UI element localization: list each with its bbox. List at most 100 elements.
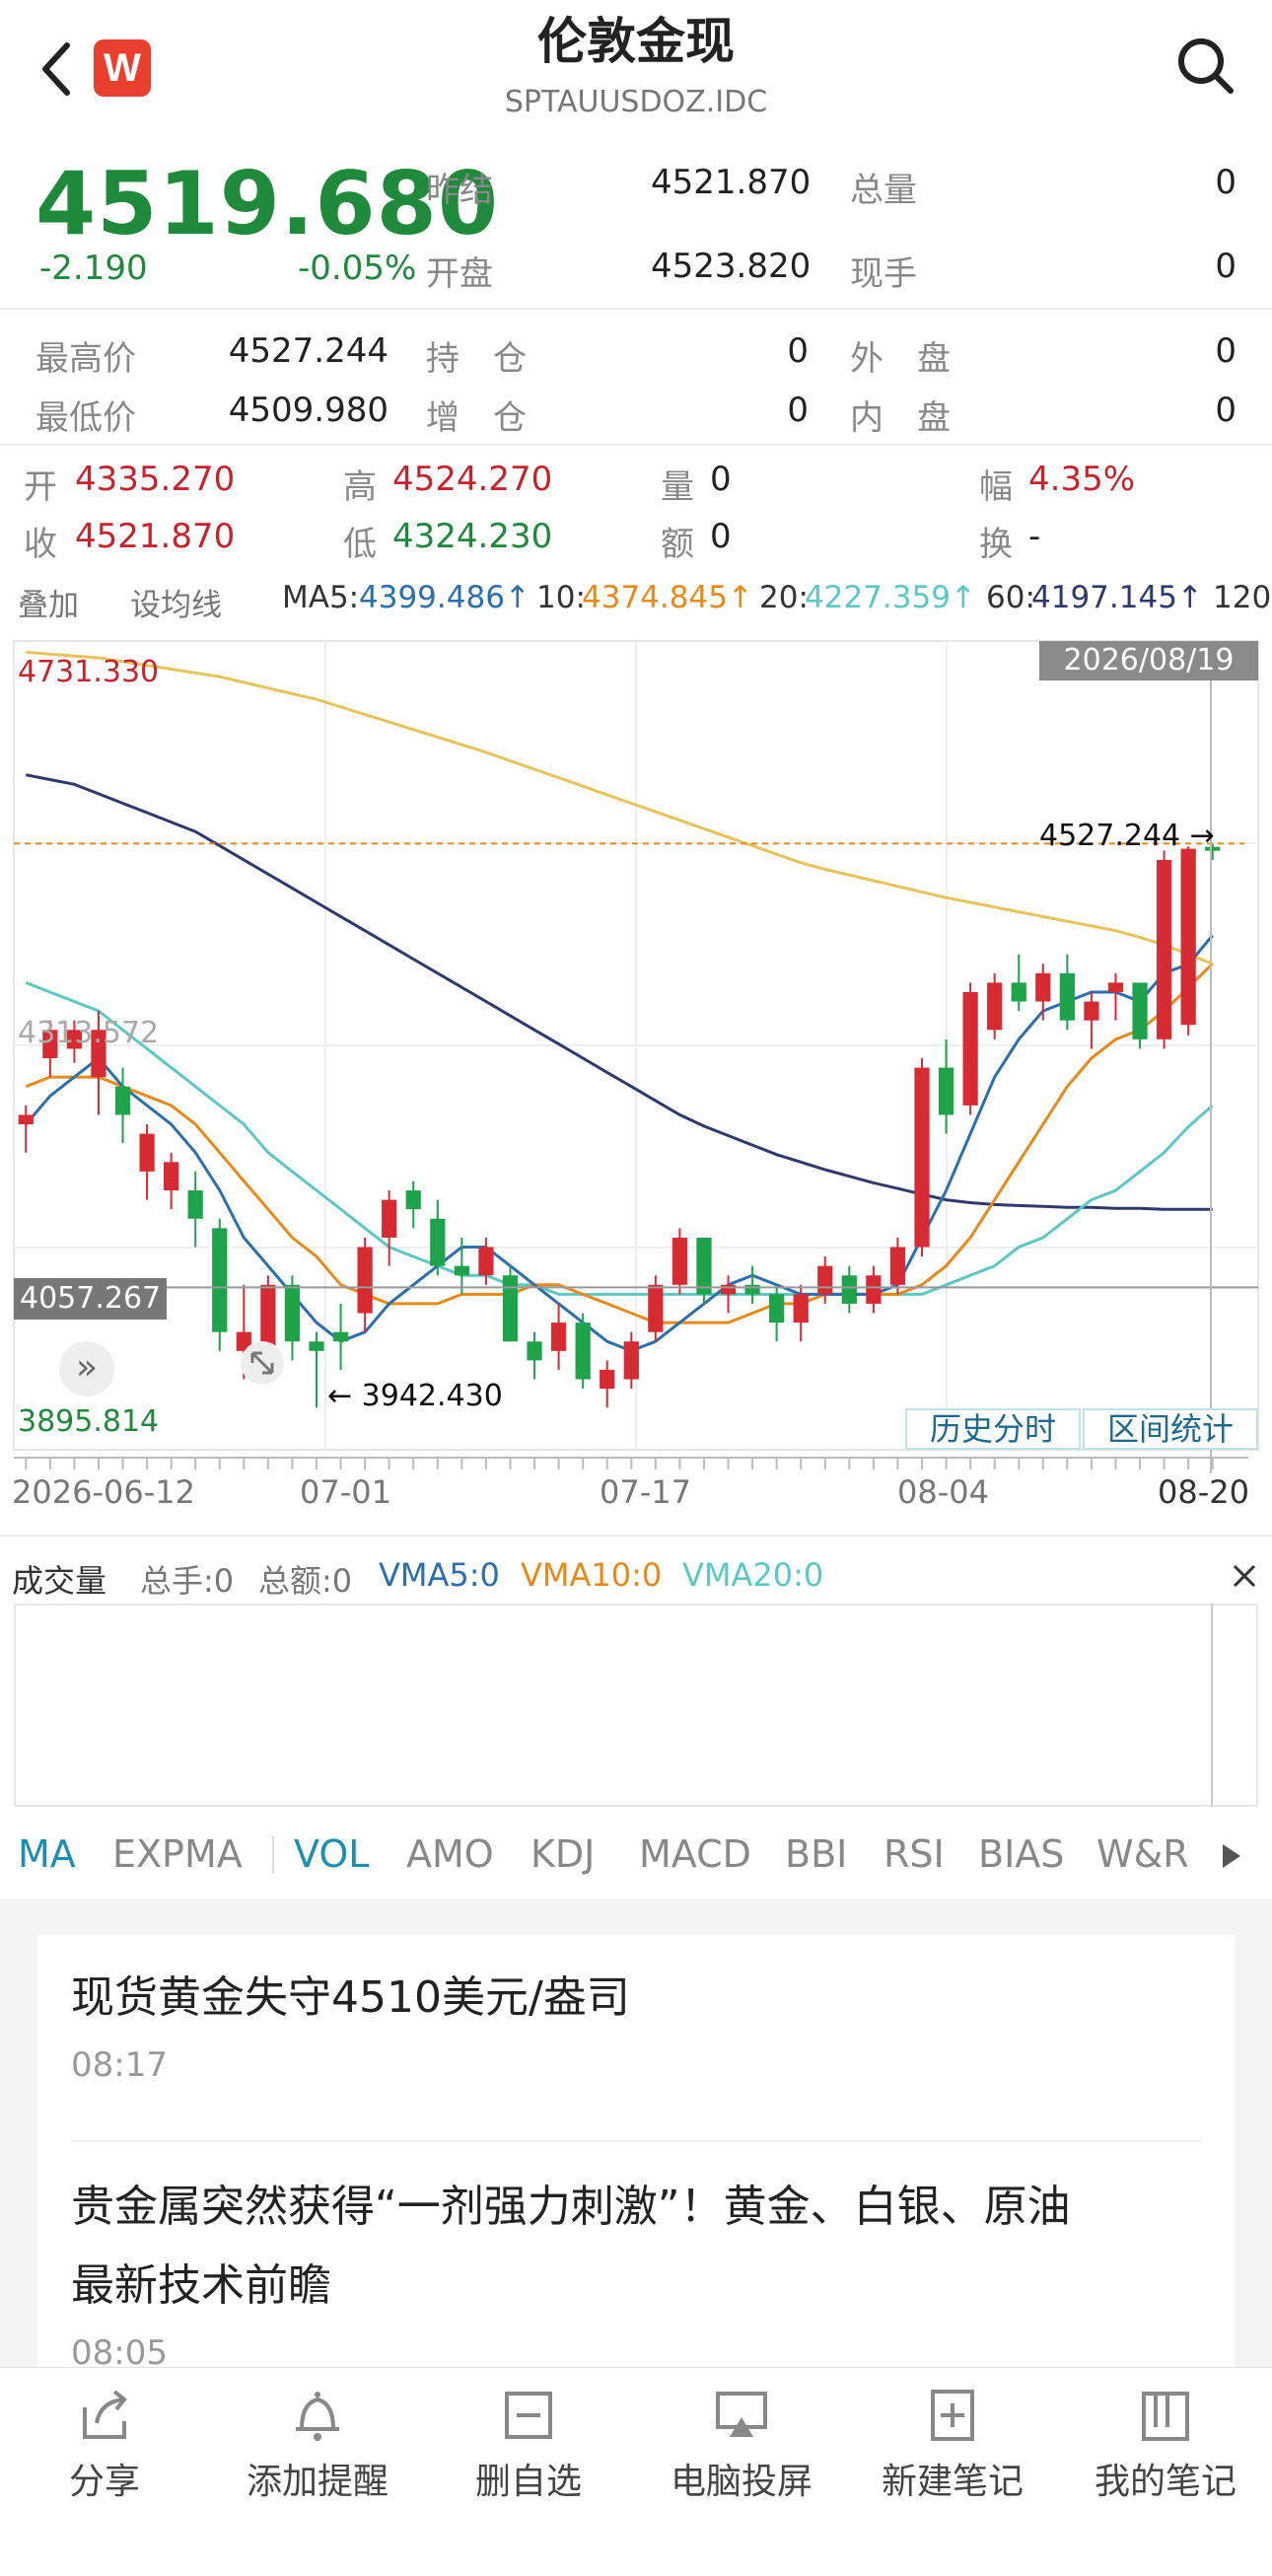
field-label: 开盘 bbox=[426, 254, 493, 294]
ma5-line bbox=[25, 934, 1214, 1353]
candle-body bbox=[284, 1284, 301, 1342]
ma20-value: 4227.359↑ bbox=[805, 580, 976, 615]
chart-bottom-price: 3895.814 bbox=[18, 1404, 160, 1439]
tab-vol[interactable]: VOL bbox=[294, 1832, 369, 1876]
candle-body bbox=[600, 1369, 615, 1390]
candle-body bbox=[478, 1247, 494, 1276]
tab-ma[interactable]: MA bbox=[18, 1832, 76, 1876]
tab-expma[interactable]: EXPMA bbox=[112, 1832, 243, 1876]
screen-cast-button[interactable]: 电脑投屏 bbox=[653, 2388, 830, 2504]
candle-body bbox=[841, 1275, 857, 1304]
news-time: 08:17 bbox=[71, 2045, 168, 2085]
candle-body bbox=[1132, 982, 1148, 1039]
chart-date-tag: 2026/08/19 bbox=[1039, 641, 1258, 680]
field-value: 0 bbox=[1215, 163, 1237, 202]
ma60-value: 4197.145↑ bbox=[1031, 580, 1203, 615]
crosshair-price-tag: 4057.267 bbox=[14, 1278, 168, 1320]
vma20-value: VMA20:0 bbox=[682, 1556, 824, 1594]
chart-top-price: 4731.330 bbox=[18, 655, 160, 689]
candle-body bbox=[550, 1323, 567, 1351]
bottom-nav: 分享 添加提醒 删自选 电脑投屏 新建笔记 我的笔记 bbox=[0, 2367, 1272, 2576]
volume-label: 量 bbox=[661, 467, 694, 507]
ma20-label: 20: bbox=[759, 580, 809, 615]
news-item[interactable]: 贵金属突然获得“一剂强力刺激”！黄金、白银、原油 最新技术前瞻 08:05 bbox=[71, 2168, 1235, 2373]
candle-body bbox=[1035, 972, 1051, 1002]
candle-body bbox=[720, 1284, 737, 1295]
field-value: 4527.244 bbox=[228, 331, 389, 371]
add-alert-label: 添加提醒 bbox=[246, 2462, 389, 2502]
ma-legend-bar: 叠加 设均线 MA5: 4399.486↑ 10: 4374.845↑ 20: … bbox=[0, 580, 1272, 623]
field-label: 增 仓 bbox=[426, 398, 527, 438]
candle-body bbox=[527, 1341, 542, 1361]
my-notes-button[interactable]: 我的笔记 bbox=[1077, 2388, 1254, 2504]
news-item[interactable]: 现货黄金失守4510美元/盎司 08:17 bbox=[71, 1959, 1201, 2085]
history-intraday-button[interactable]: 历史分时 bbox=[905, 1408, 1081, 1450]
tab-wr[interactable]: W&R bbox=[1096, 1832, 1189, 1876]
price-change: -2.190 bbox=[39, 249, 148, 288]
my-notes-icon bbox=[1142, 2392, 1189, 2441]
close-label: 收 bbox=[24, 525, 57, 564]
field-label: 持 仓 bbox=[426, 339, 527, 379]
symbol-code: SPTAUUSDOZ.IDC bbox=[504, 85, 768, 119]
turnover-label: 换 bbox=[979, 525, 1013, 564]
candle-body bbox=[744, 1284, 760, 1295]
candle-body bbox=[866, 1275, 882, 1304]
tab-macd[interactable]: MACD bbox=[639, 1832, 751, 1876]
field-value: 0 bbox=[1215, 391, 1237, 430]
field-label: 外 盘 bbox=[850, 339, 951, 379]
low-marker-label: ← 3942.430 bbox=[327, 1379, 503, 1413]
amount-label: 额 bbox=[661, 525, 694, 564]
tab-bias[interactable]: BIAS bbox=[978, 1832, 1064, 1876]
candle-body bbox=[1180, 848, 1196, 1026]
set-ma-button[interactable]: 设均线 bbox=[130, 580, 222, 623]
candlestick-chart[interactable] bbox=[0, 631, 1272, 1548]
ma120-line bbox=[26, 650, 1214, 966]
candle-body bbox=[1084, 1001, 1099, 1021]
ma5-label: MA5: bbox=[282, 580, 360, 615]
amount-value: 0 bbox=[710, 517, 732, 556]
field-label: 最低价 bbox=[35, 398, 136, 438]
ma60-label: 60: bbox=[986, 580, 1035, 615]
tab-bbi[interactable]: BBI bbox=[785, 1832, 847, 1876]
candle-body bbox=[1011, 982, 1026, 1002]
news-title-line: 最新技术前瞻 bbox=[71, 2260, 331, 2311]
high-value: 4524.270 bbox=[392, 460, 553, 499]
high-label: 高 bbox=[343, 467, 377, 507]
search-icon[interactable] bbox=[1175, 36, 1237, 99]
volume-chart-area bbox=[14, 1604, 1258, 1807]
volume-total-hands: 总手:0 bbox=[140, 1562, 235, 1600]
remove-watchlist-button[interactable]: 删自选 bbox=[440, 2388, 617, 2504]
x-tick-label: 07-01 bbox=[300, 1473, 391, 1511]
x-tick-label: 07-17 bbox=[600, 1473, 691, 1511]
candles bbox=[18, 843, 1221, 1408]
tab-rsi[interactable]: RSI bbox=[883, 1832, 945, 1876]
candle-body bbox=[357, 1247, 373, 1314]
candle-body bbox=[671, 1237, 688, 1285]
moving-average-lines bbox=[25, 650, 1214, 1353]
collapse-panel-button[interactable]: » bbox=[59, 1341, 114, 1396]
add-alert-button[interactable]: 添加提醒 bbox=[229, 2388, 406, 2504]
low-value: 4324.230 bbox=[392, 517, 553, 556]
close-icon[interactable] bbox=[1231, 1562, 1258, 1590]
candle-body bbox=[914, 1067, 930, 1248]
range-stats-button[interactable]: 区间统计 bbox=[1083, 1408, 1258, 1450]
overlay-button[interactable]: 叠加 bbox=[18, 580, 79, 623]
share-button[interactable]: 分享 bbox=[16, 2388, 193, 2504]
candle-body bbox=[987, 982, 1003, 1031]
x-tick-label: 2026-06-12 bbox=[12, 1473, 195, 1511]
candle-body bbox=[648, 1284, 664, 1332]
share-icon bbox=[83, 2390, 127, 2439]
field-label: 昨结 bbox=[426, 171, 493, 210]
tab-kdj[interactable]: KDJ bbox=[530, 1832, 595, 1876]
new-note-button[interactable]: 新建笔记 bbox=[864, 2388, 1041, 2504]
more-tabs-arrow-icon[interactable] bbox=[1221, 1842, 1242, 1870]
expand-icon[interactable] bbox=[241, 1341, 284, 1385]
candle-body bbox=[502, 1275, 519, 1342]
ma5-value: 4399.486↑ bbox=[359, 580, 530, 615]
tab-amo[interactable]: AMO bbox=[406, 1832, 494, 1876]
close-value: 4521.870 bbox=[75, 517, 236, 556]
vma5-value: VMA5:0 bbox=[379, 1556, 500, 1594]
chart-mid-price: 4313.572 bbox=[18, 1016, 160, 1050]
candle-body bbox=[430, 1218, 446, 1266]
ma60-line bbox=[26, 773, 1213, 1211]
